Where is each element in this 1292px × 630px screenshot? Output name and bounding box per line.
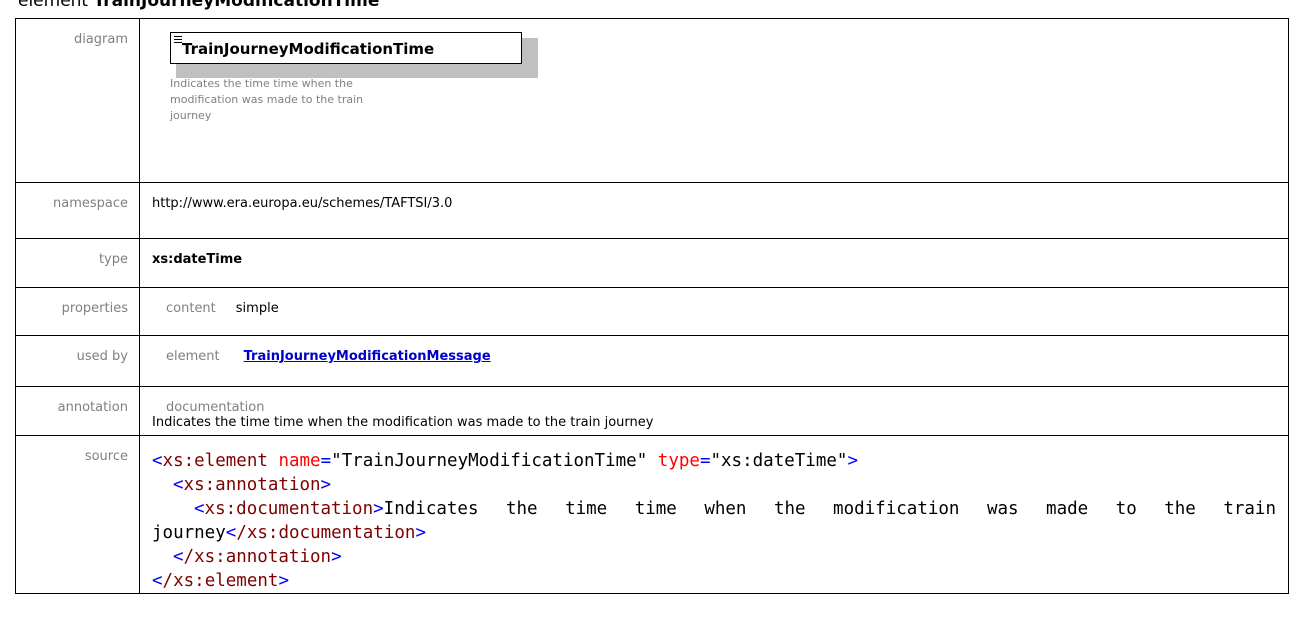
src-documentation-close: /xs:documentation [236, 523, 416, 543]
label-diagram: diagram [15, 18, 140, 183]
row-source: source <xs:element name="TrainJourneyMod… [15, 435, 1289, 594]
element-doc-table: diagram TrainJourneyModificationTime Ind… [15, 18, 1289, 594]
src-attr-type: type [657, 451, 700, 471]
src-attr-type-value: "xs:dateTime" [710, 451, 848, 471]
heading-element-name: TrainJourneyModificationTime [93, 0, 380, 11]
src-attr-name: name [278, 451, 321, 471]
source-line-4: </xs:annotation> [173, 547, 342, 567]
label-type: type [15, 238, 140, 288]
source-line-2: <xs:annotation> [173, 475, 332, 495]
namespace-value: http://www.era.europa.eu/schemes/TAFTSI/… [139, 182, 1289, 239]
src-documentation-open: xs:documentation [204, 499, 374, 519]
src-attr-name-value: "TrainJourneyModificationTime" [331, 451, 648, 471]
type-value: xs:dateTime [152, 252, 243, 267]
source-line-1: <xs:element name="TrainJourneyModificati… [152, 451, 858, 471]
label-used-by: used by [15, 335, 140, 387]
label-source: source [15, 435, 140, 594]
annotation-text: Indicates the time time when the modific… [152, 415, 654, 430]
used-by-key: element [166, 349, 220, 364]
row-used-by: used by element TrainJourneyModificationM… [15, 335, 1289, 387]
property-value: simple [235, 301, 279, 316]
row-properties: properties content simple [15, 287, 1289, 336]
row-annotation: annotation documentation Indicates the t… [15, 386, 1289, 436]
label-annotation: annotation [15, 386, 140, 436]
element-lines-icon [174, 36, 182, 43]
diagram-description: Indicates the time time when the modific… [170, 77, 364, 122]
used-by-entry: element TrainJourneyModificationMessage [152, 349, 491, 364]
row-diagram: diagram TrainJourneyModificationTime Ind… [15, 18, 1289, 183]
heading-prefix: element [18, 0, 89, 11]
row-namespace: namespace http://www.era.europa.eu/schem… [15, 182, 1289, 239]
diagram-element-box[interactable]: TrainJourneyModificationTime [170, 32, 522, 64]
diagram-cell: TrainJourneyModificationTime Indicates t… [139, 18, 1289, 183]
label-properties: properties [15, 287, 140, 336]
src-open-element: xs:element [162, 451, 268, 471]
label-namespace: namespace [15, 182, 140, 239]
src-element-close: /xs:element [162, 571, 279, 591]
row-type: type xs:dateTime [15, 238, 1289, 288]
diagram-box-title: TrainJourneyModificationTime [182, 40, 435, 58]
source-line-5: </xs:element> [152, 571, 289, 591]
source-code: <xs:element name="TrainJourneyModificati… [152, 449, 1276, 593]
src-annotation-open: xs:annotation [183, 475, 321, 495]
annotation-key: documentation [166, 400, 265, 415]
used-by-link[interactable]: TrainJourneyModificationMessage [244, 349, 491, 364]
property-key: content [166, 301, 216, 316]
src-annotation-close: /xs:annotation [183, 547, 332, 567]
source-line-3: <xs:documentation>Indicates the time tim… [152, 499, 1276, 543]
page-heading: element TrainJourneyModificationTime [18, 0, 379, 11]
property-content: content simple [152, 301, 279, 316]
